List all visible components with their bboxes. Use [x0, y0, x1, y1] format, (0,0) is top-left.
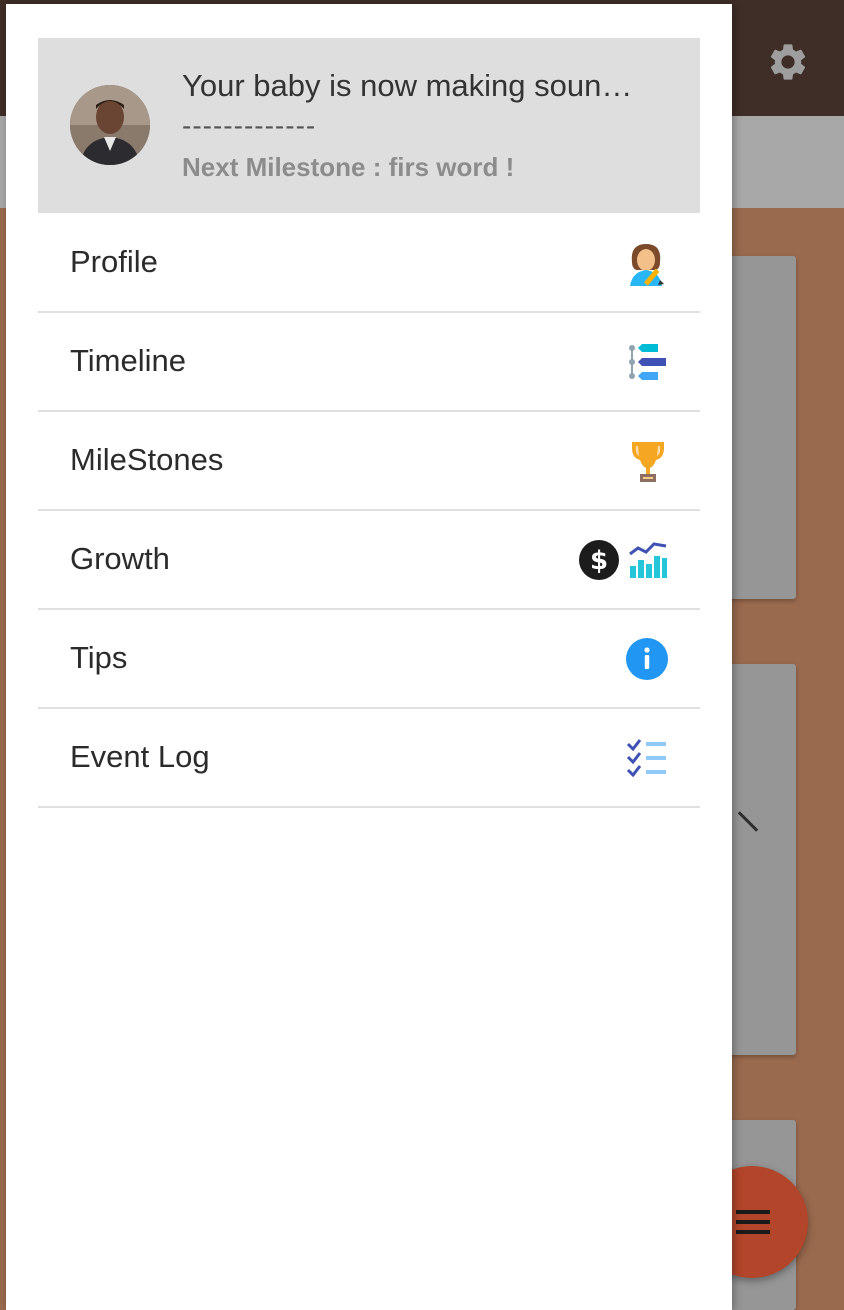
woman-writing-icon [624, 240, 668, 286]
menu-item-timeline[interactable]: Timeline [38, 313, 700, 412]
dollar-icon: $ [579, 540, 619, 580]
checklist-icon [626, 735, 668, 781]
timeline-icon [628, 339, 668, 385]
menu-item-event-log[interactable]: Event Log [38, 709, 700, 808]
menu-item-growth[interactable]: Growth $ [38, 511, 700, 610]
menu-item-tips[interactable]: Tips [38, 610, 700, 709]
hamburger-icon [736, 1210, 770, 1234]
avatar [70, 85, 150, 165]
menu-item-label: Event Log [70, 739, 210, 774]
gear-icon[interactable] [766, 40, 810, 84]
trophy-icon [628, 438, 668, 484]
bar-chart-icon [629, 542, 667, 578]
header-title: Your baby is now making soun… [182, 68, 633, 103]
menu-item-label: Profile [70, 244, 158, 279]
drawer-menu: Profile Timeline MileStones Growth $ Tip… [38, 214, 700, 808]
menu-item-label: Tips [70, 640, 128, 675]
menu-item-milestones[interactable]: MileStones [38, 412, 700, 511]
menu-item-label: Growth [70, 541, 170, 576]
dollar-chart-icon: $ [578, 537, 668, 583]
info-icon [626, 636, 668, 682]
avatar-image [70, 85, 150, 165]
menu-item-profile[interactable]: Profile [38, 214, 700, 313]
header-divider: ------------- [182, 110, 317, 141]
menu-item-label: Timeline [70, 343, 186, 378]
next-milestone-text: Next Milestone : firs word ! [182, 152, 515, 182]
navigation-drawer: Your baby is now making soun… ----------… [6, 4, 732, 1310]
drawer-header[interactable]: Your baby is now making soun… ----------… [38, 38, 700, 213]
svg-text:$: $ [590, 546, 608, 576]
menu-item-label: MileStones [70, 442, 224, 477]
